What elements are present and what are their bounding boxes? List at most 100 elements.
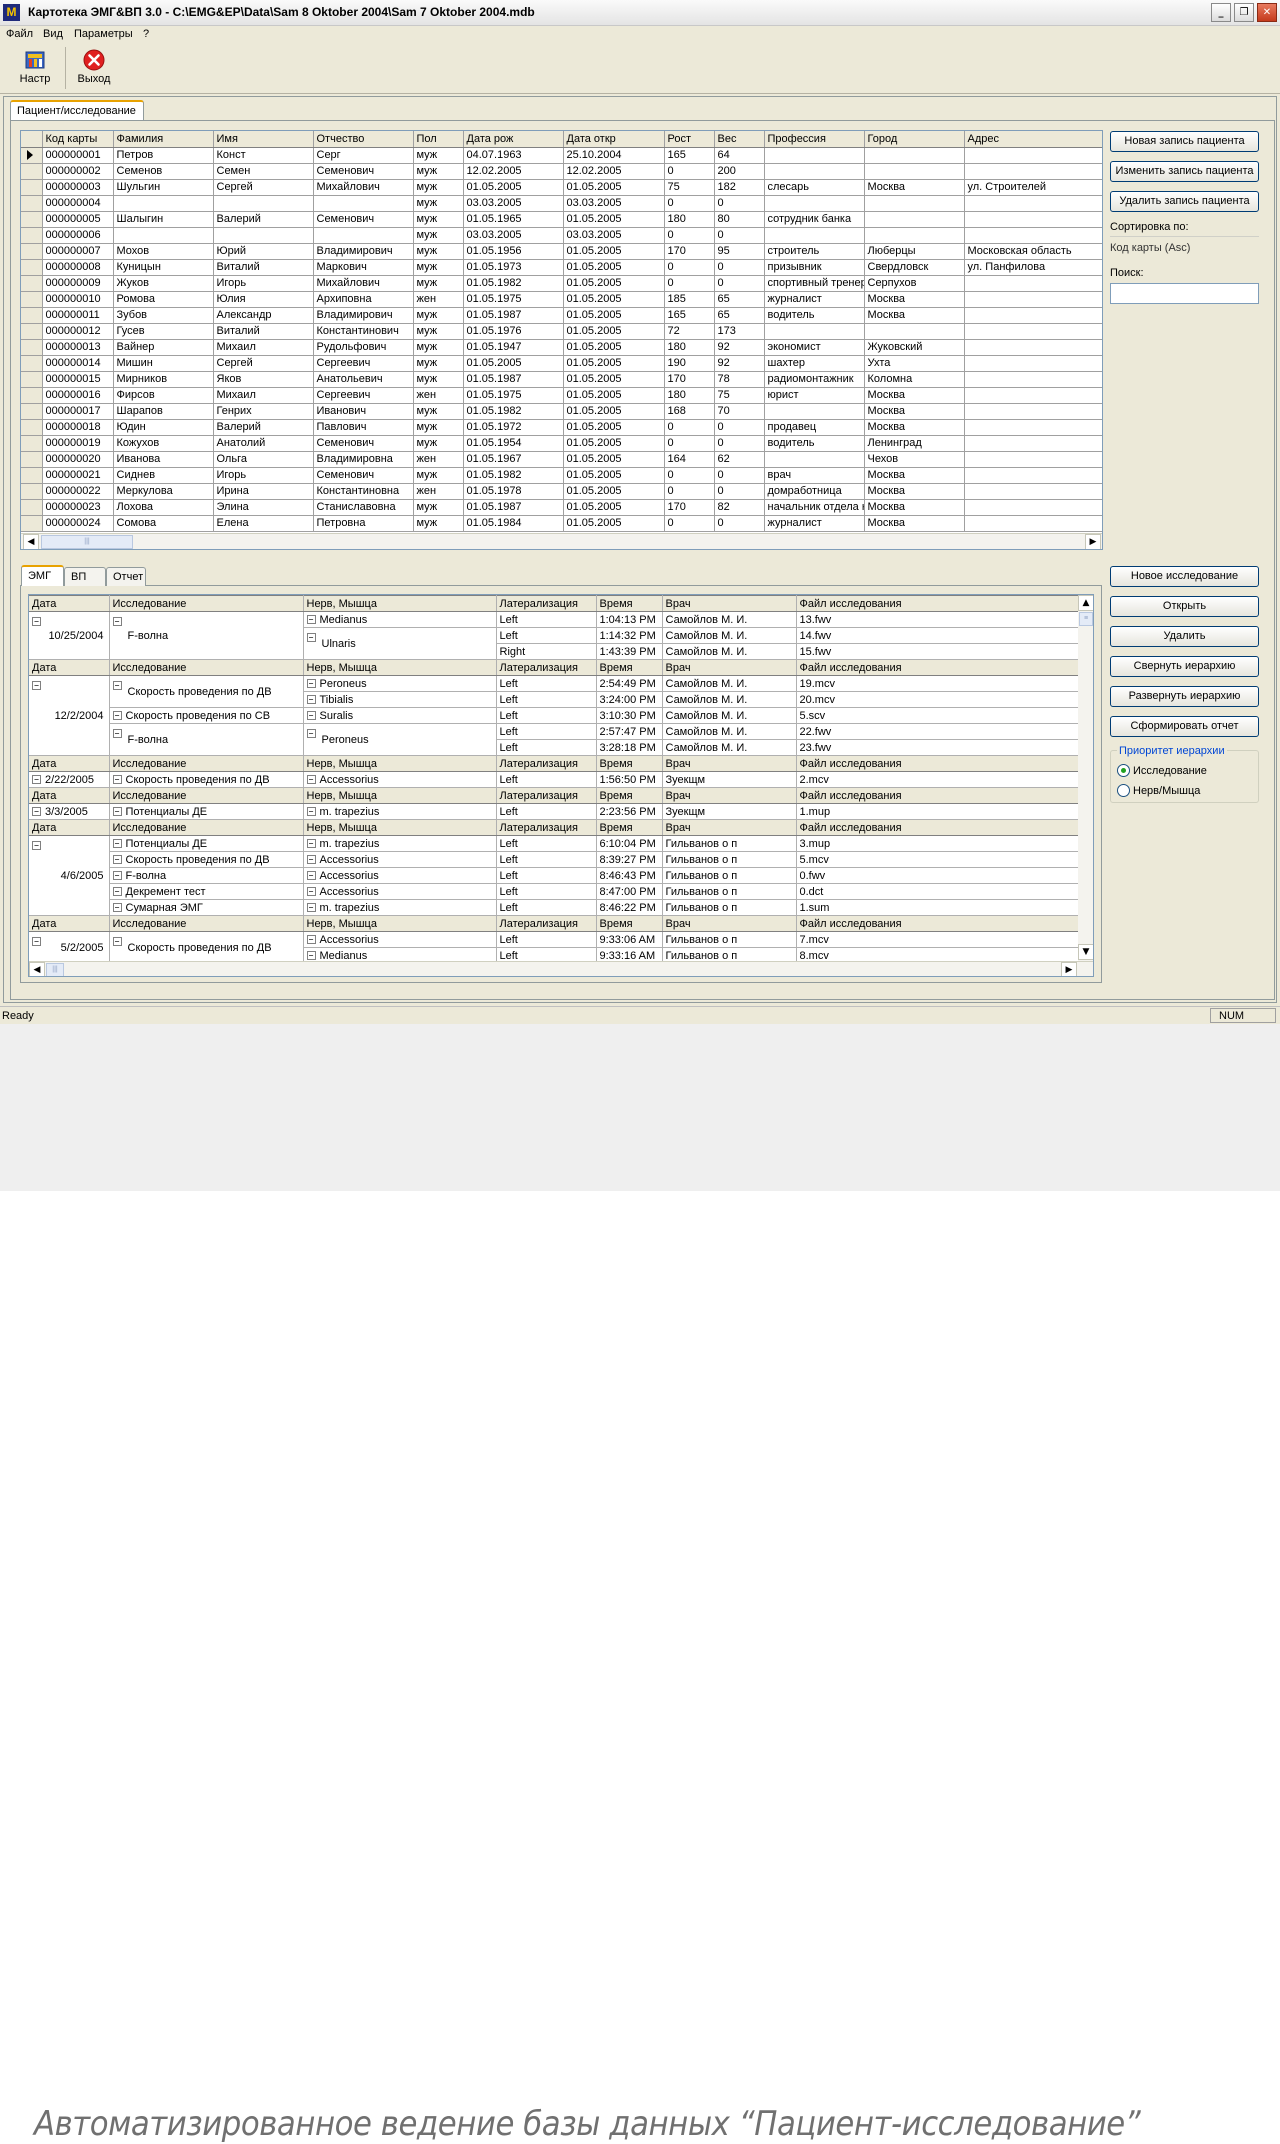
laterality-cell[interactable]: Left [496,707,597,724]
study-type-cell[interactable]: − Декремент тест [109,883,304,900]
row-indicator[interactable] [21,227,43,244]
table-cell[interactable]: Сергеевич [313,387,414,404]
laterality-cell[interactable]: Left [496,899,597,916]
nerve-cell[interactable]: − Peroneus [303,675,497,692]
table-cell[interactable] [964,435,1102,452]
table-cell[interactable]: призывник [764,259,865,276]
table-cell[interactable]: Москва [864,179,965,196]
table-cell[interactable]: 0 [664,515,715,532]
table-cell[interactable]: 0 [664,227,715,244]
table-cell[interactable]: сотрудник банка [764,211,865,228]
table-cell[interactable]: 01.05.2005 [563,499,665,516]
row-indicator[interactable] [21,291,43,308]
table-cell[interactable]: водитель [764,307,865,324]
table-cell[interactable] [764,147,865,164]
table-cell[interactable]: муж [413,227,464,244]
table-cell[interactable]: муж [413,243,464,260]
table-cell[interactable]: 0 [664,467,715,484]
file-cell[interactable]: 5.mcv [796,851,1080,868]
table-row[interactable]: 000000016 Фирсов Михаил Сергеевич жен 01.05.1… [21,387,1102,404]
laterality-cell[interactable]: Left [496,739,597,756]
time-cell[interactable]: 3:10:30 PM [596,707,663,724]
table-cell[interactable]: 0 [664,275,715,292]
date-cell[interactable]: −2/22/2005 [29,771,110,788]
column-header[interactable]: Нерв, Мышца [303,659,497,676]
laterality-cell[interactable]: Left [496,867,597,884]
table-cell[interactable]: Ухта [864,355,965,372]
tab-report[interactable]: Отчет [106,567,146,586]
radio-study-label[interactable]: Исследование [1133,765,1207,777]
table-cell[interactable]: 000000008 [42,259,114,276]
table-cell[interactable]: 92 [714,339,765,356]
table-cell[interactable]: Сергей [213,355,314,372]
table-cell[interactable]: Москва [864,419,965,436]
table-cell[interactable]: 03.03.2005 [563,227,665,244]
collapse-toggle-icon[interactable]: − [112,711,122,721]
collapse-toggle-icon[interactable]: − [32,775,41,785]
table-cell[interactable]: ул. Строителей [964,179,1102,196]
tab-ep[interactable]: ВП [64,567,106,586]
column-header[interactable]: Время [596,755,663,772]
table-row[interactable]: 000000020 Иванова Ольга Владимировна жен 01.0… [21,451,1102,468]
table-cell[interactable]: Мишин [113,355,214,372]
table-cell[interactable]: Владимирович [313,243,414,260]
table-row[interactable]: 000000011 Зубов Александр Владимирович муж 01… [21,307,1102,324]
table-cell[interactable]: 64 [714,147,765,164]
table-cell[interactable]: 01.05.2005 [563,435,665,452]
column-header[interactable]: Нерв, Мышца [303,787,497,804]
column-header[interactable]: Нерв, Мышца [303,755,497,772]
table-cell[interactable]: Станиславовна [313,499,414,516]
radio-nerve-label[interactable]: Нерв/Мышца [1133,785,1200,797]
row-indicator[interactable] [21,163,43,180]
table-cell[interactable]: Семенов [113,163,214,180]
nerve-cell[interactable]: − Accessorius [303,883,497,900]
laterality-cell[interactable]: Left [496,883,597,900]
table-cell[interactable] [964,467,1102,484]
table-cell[interactable]: 03.03.2005 [563,195,665,212]
table-row[interactable]: 000000018 Юдин Валерий Павлович муж 01.05.197… [21,419,1102,436]
table-cell[interactable]: 01.05.1965 [463,211,564,228]
collapse-toggle-icon[interactable]: − [112,855,122,865]
delete-study-button[interactable]: Удалить [1110,626,1259,647]
table-cell[interactable]: Москва [864,403,965,420]
table-cell[interactable]: 170 [664,499,715,516]
table-cell[interactable]: 82 [714,499,765,516]
column-header[interactable]: Время [596,659,663,676]
scroll-thumb[interactable]: ||| [46,963,64,976]
table-cell[interactable]: 0 [714,483,765,500]
table-cell[interactable]: 01.05.1982 [463,275,564,292]
expand-hierarchy-button[interactable]: Развернуть иерархию [1110,686,1259,707]
table-cell[interactable]: муж [413,355,464,372]
table-cell[interactable]: 01.05.1987 [463,371,564,388]
table-cell[interactable]: Москва [864,499,965,516]
column-header[interactable]: Латерализация [496,819,597,836]
file-cell[interactable]: 19.mcv [796,675,1080,692]
table-cell[interactable]: 0 [714,195,765,212]
study-type-cell[interactable]: − F-волна [109,867,304,884]
maximize-button[interactable]: ❐ [1234,3,1254,22]
table-cell[interactable]: муж [413,179,464,196]
table-cell[interactable]: Игорь [213,275,314,292]
table-cell[interactable]: журналист [764,515,865,532]
table-cell[interactable]: Яков [213,371,314,388]
table-cell[interactable] [864,227,965,244]
table-cell[interactable]: врач [764,467,865,484]
table-cell[interactable]: 01.05.2005 [563,307,665,324]
laterality-cell[interactable]: Left [496,771,597,788]
table-cell[interactable]: 75 [714,387,765,404]
table-cell[interactable] [964,275,1102,292]
file-cell[interactable]: 0.fwv [796,867,1080,884]
file-cell[interactable]: 20.mcv [796,691,1080,708]
row-indicator[interactable] [21,275,43,292]
table-cell[interactable]: Шалыгин [113,211,214,228]
collapse-toggle-icon[interactable]: − [112,728,122,738]
table-cell[interactable]: муж [413,211,464,228]
scroll-left-button[interactable]: ◀ [23,534,39,549]
table-cell[interactable] [964,163,1102,180]
row-indicator[interactable] [21,259,43,276]
table-row[interactable]: 000000015 Мирников Яков Анатольевич муж 01.05… [21,371,1102,388]
study-row[interactable]: − F-волна − Accessorius Left 8:46:43 PM Гильва… [29,867,1080,884]
scroll-up-button[interactable]: ▲ [1078,595,1093,611]
table-cell[interactable]: 000000007 [42,243,114,260]
table-cell[interactable]: 01.05.2005 [563,275,665,292]
